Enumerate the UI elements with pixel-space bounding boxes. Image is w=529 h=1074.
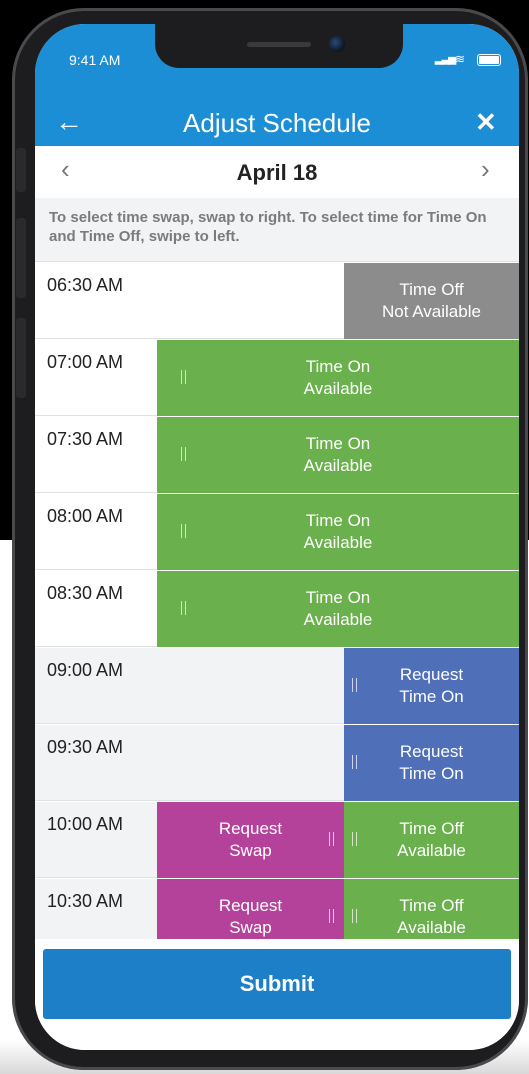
drag-handle-icon[interactable] bbox=[181, 447, 186, 461]
battery-icon bbox=[477, 54, 501, 66]
slot-time: 07:00 AM bbox=[47, 352, 124, 372]
slot-block[interactable]: Time Off Available bbox=[344, 802, 519, 878]
slot-block[interactable]: Time On Available bbox=[157, 340, 519, 416]
schedule-row[interactable]: 09:00 AM Request Time On bbox=[35, 648, 519, 724]
slot-block-label: Time Off bbox=[399, 819, 464, 838]
slot-block[interactable]: Time Off Not Available bbox=[344, 263, 519, 339]
status-time: 9:41 AM bbox=[69, 52, 121, 68]
slot-block[interactable]: Time On Available bbox=[157, 571, 519, 647]
slot-block-status: Available bbox=[303, 379, 373, 398]
drag-handle-icon[interactable] bbox=[352, 832, 357, 846]
swap-block[interactable]: Request Swap bbox=[157, 802, 344, 878]
drag-handle-icon[interactable] bbox=[181, 601, 186, 615]
slot-block[interactable]: Request Time On bbox=[344, 648, 519, 724]
volume-up-button bbox=[16, 218, 26, 298]
slot-block-status: Available bbox=[397, 841, 466, 860]
schedule-row[interactable]: 07:00 AM Time On Available bbox=[35, 340, 519, 416]
swap-block-label: Request bbox=[218, 819, 283, 838]
close-icon[interactable]: ✕ bbox=[475, 106, 497, 138]
schedule-row[interactable]: 07:30 AM Time On Available bbox=[35, 417, 519, 493]
slot-block[interactable]: Time Off Available bbox=[344, 879, 519, 939]
slot-time: 10:30 AM bbox=[47, 891, 124, 911]
slot-block-label: Time Off bbox=[399, 280, 464, 299]
slot-block[interactable]: Time On Available bbox=[157, 417, 519, 493]
current-date: April 18 bbox=[236, 160, 318, 185]
slot-block-status: Available bbox=[303, 610, 373, 629]
speaker bbox=[247, 42, 311, 47]
slot-time: 10:00 AM bbox=[47, 814, 124, 834]
slot-block-label: Time Off bbox=[399, 896, 464, 915]
swap-block-status: Swap bbox=[229, 918, 272, 937]
slot-block-status: Not Available bbox=[382, 302, 481, 321]
slot-block[interactable]: Request Time On bbox=[344, 725, 519, 801]
slot-block[interactable]: Time On Available bbox=[157, 494, 519, 570]
volume-down-button bbox=[16, 318, 26, 398]
date-navigator: ‹ April 18 › bbox=[35, 146, 519, 199]
swap-block[interactable]: Request Swap bbox=[157, 879, 344, 939]
slot-time: 08:30 AM bbox=[47, 583, 124, 603]
schedule-row[interactable]: 10:30 AM Request Swap Time Off Available bbox=[35, 879, 519, 939]
slot-block-status: Time On bbox=[399, 687, 464, 706]
drag-handle-icon[interactable] bbox=[329, 832, 334, 846]
slot-block-label: Time On bbox=[305, 357, 371, 376]
submit-area: Submit bbox=[35, 939, 519, 1050]
slot-block-label: Time On bbox=[305, 511, 371, 530]
slot-time: 09:30 AM bbox=[47, 737, 124, 757]
slot-block-label: Request bbox=[399, 665, 464, 684]
camera-icon bbox=[329, 36, 345, 52]
slot-block-status: Time On bbox=[399, 764, 464, 783]
drag-handle-icon[interactable] bbox=[329, 909, 334, 923]
drag-handle-icon[interactable] bbox=[181, 524, 186, 538]
slot-block-label: Time On bbox=[305, 434, 371, 453]
schedule-list: 06:30 AM Time Off Not Available 07:00 AM Tim… bbox=[35, 263, 519, 939]
app-header: ← Adjust Schedule ✕ bbox=[35, 100, 519, 146]
schedule-row[interactable]: 10:00 AM Request Swap Time Off Available bbox=[35, 802, 519, 878]
schedule-row[interactable]: 08:00 AM Time On Available bbox=[35, 494, 519, 570]
phone-screen: 9:41 AM ▂▃▅ ≋ ← Adjust Schedule ✕ ‹ Apri… bbox=[35, 24, 519, 1050]
drag-handle-icon[interactable] bbox=[352, 678, 357, 692]
slot-block-status: Available bbox=[303, 533, 373, 552]
chevron-right-icon[interactable]: › bbox=[481, 154, 490, 185]
slot-time: 06:30 AM bbox=[47, 275, 124, 295]
schedule-row[interactable]: 09:30 AM Request Time On bbox=[35, 725, 519, 801]
slot-block-status: Available bbox=[397, 918, 466, 937]
drag-handle-icon[interactable] bbox=[181, 370, 186, 384]
slot-block-label: Time On bbox=[305, 588, 371, 607]
slot-time: 07:30 AM bbox=[47, 429, 124, 449]
wifi-icon: ≋ bbox=[455, 52, 466, 66]
instructions-text: To select time swap, swap to right. To s… bbox=[35, 198, 519, 262]
swap-block-label: Request bbox=[218, 896, 283, 915]
signal-icon: ▂▃▅ bbox=[435, 54, 456, 65]
schedule-row[interactable]: 06:30 AM Time Off Not Available bbox=[35, 263, 519, 339]
mute-switch bbox=[16, 148, 26, 192]
swap-block-status: Swap bbox=[229, 841, 272, 860]
slot-time: 08:00 AM bbox=[47, 506, 124, 526]
drag-handle-icon[interactable] bbox=[352, 909, 357, 923]
slot-time: 09:00 AM bbox=[47, 660, 124, 680]
submit-button[interactable]: Submit bbox=[43, 949, 511, 1019]
slot-block-status: Available bbox=[303, 456, 373, 475]
slot-block-label: Request bbox=[399, 742, 464, 761]
notch bbox=[155, 24, 403, 68]
page-title: Adjust Schedule bbox=[183, 108, 371, 138]
schedule-row[interactable]: 08:30 AM Time On Available bbox=[35, 571, 519, 647]
drag-handle-icon[interactable] bbox=[352, 755, 357, 769]
